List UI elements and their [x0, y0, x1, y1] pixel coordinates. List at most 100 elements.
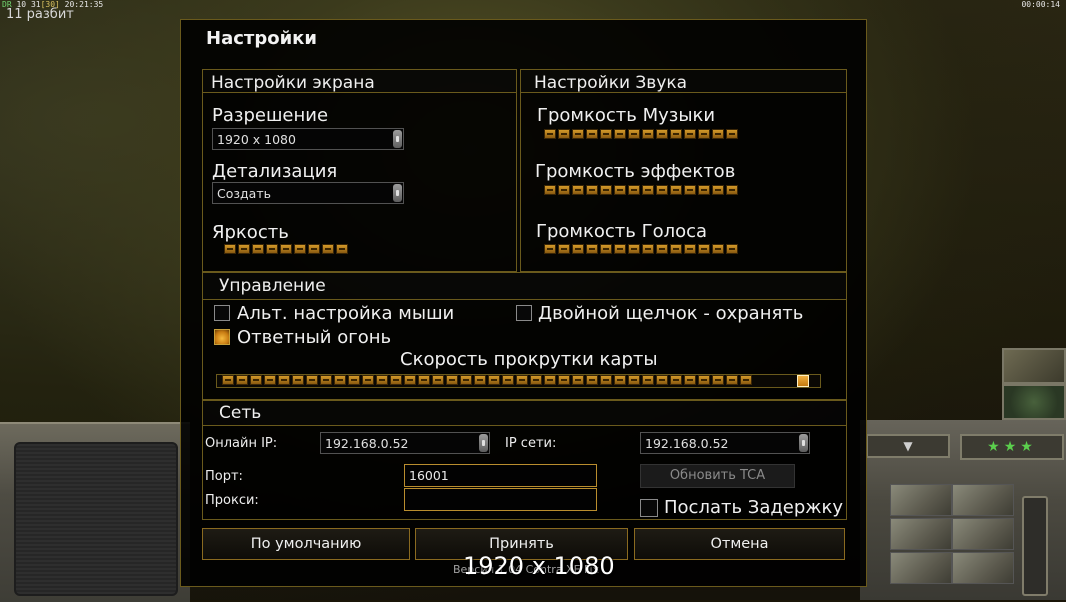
voice-volume-label: Громкость Голоса	[536, 221, 708, 242]
slider-segment	[586, 244, 598, 254]
slider-segment	[572, 185, 584, 195]
slider-segment	[238, 244, 250, 254]
slider-segment	[460, 375, 472, 385]
slider-segment	[614, 244, 626, 254]
slider-segment	[670, 244, 682, 254]
slider-segment	[250, 375, 262, 385]
slider-segment	[558, 129, 570, 139]
slider-segment	[558, 185, 570, 195]
detail-dropdown[interactable]: Создать	[212, 182, 404, 204]
slider-segment	[684, 129, 696, 139]
detail-label: Детализация	[212, 161, 338, 182]
slider-segment	[614, 129, 626, 139]
slider-segment	[684, 375, 696, 385]
resolution-label: Разрешение	[212, 105, 329, 126]
slider-segment	[530, 375, 542, 385]
dropdown-arrow-icon[interactable]	[393, 184, 402, 202]
slider-segment	[614, 185, 626, 195]
return-fire-checkbox[interactable]	[214, 329, 230, 345]
alt-mouse-checkbox[interactable]	[214, 305, 230, 321]
slider-segment	[726, 375, 738, 385]
chevron-down-icon[interactable]: ▼	[866, 434, 950, 458]
slider-segment	[404, 375, 416, 385]
slider-segment	[726, 185, 738, 195]
scroll-speed-thumb[interactable]	[797, 375, 809, 387]
slider-segment	[712, 129, 724, 139]
controls-title: Управление	[219, 276, 326, 296]
resolution-dropdown[interactable]: 1920 x 1080	[212, 128, 404, 150]
cancel-button[interactable]: Отмена	[634, 528, 845, 560]
general-portrait-button[interactable]	[1002, 348, 1066, 384]
slider-segment	[712, 375, 724, 385]
slider-segment	[224, 244, 236, 254]
slider-segment	[600, 244, 612, 254]
slider-segment	[418, 375, 430, 385]
slider-segment	[740, 375, 752, 385]
slider-segment	[586, 129, 598, 139]
dropdown-arrow-icon[interactable]	[799, 434, 808, 452]
return-fire-label: Ответный огонь	[237, 327, 392, 348]
double-click-checkbox[interactable]	[516, 305, 532, 321]
hud-timer: 00:00:14	[1021, 0, 1060, 9]
proxy-input[interactable]	[404, 488, 597, 511]
build-cameo[interactable]	[890, 518, 952, 550]
dialog-title: Настройки	[206, 28, 318, 49]
slider-segment	[432, 375, 444, 385]
update-tca-button[interactable]: Обновить TCA	[640, 464, 795, 488]
slider-segment	[698, 129, 710, 139]
slider-segment	[306, 375, 318, 385]
cameo-scrollbar[interactable]	[1022, 496, 1048, 596]
build-cameo[interactable]	[952, 484, 1014, 516]
send-delay-checkbox[interactable]	[640, 499, 658, 517]
network-ip-dropdown[interactable]: 192.168.0.52	[640, 432, 810, 454]
music-volume-slider[interactable]	[544, 129, 740, 141]
defaults-button[interactable]: По умолчанию	[202, 528, 410, 560]
dropdown-arrow-icon[interactable]	[393, 130, 402, 148]
slider-segment	[712, 244, 724, 254]
slider-segment	[642, 185, 654, 195]
panel-header	[203, 401, 846, 426]
slider-segment	[600, 375, 612, 385]
slider-segment	[294, 244, 306, 254]
slider-segment	[670, 129, 682, 139]
scroll-speed-slider[interactable]	[222, 375, 754, 387]
slider-segment	[544, 375, 556, 385]
target-icon[interactable]	[1002, 384, 1066, 420]
alt-mouse-label: Альт. настройка мыши	[237, 303, 455, 324]
slider-segment	[280, 244, 292, 254]
slider-segment	[572, 129, 584, 139]
slider-segment	[252, 244, 264, 254]
slider-segment	[544, 244, 556, 254]
build-cameo[interactable]	[952, 518, 1014, 550]
slider-segment	[656, 129, 668, 139]
brightness-slider[interactable]	[224, 244, 350, 256]
dropdown-arrow-icon[interactable]	[479, 434, 488, 452]
slider-segment	[390, 375, 402, 385]
scroll-speed-label: Скорость прокрутки карты	[400, 349, 658, 370]
slider-segment	[278, 375, 290, 385]
slider-segment	[292, 375, 304, 385]
slider-segment	[488, 375, 500, 385]
online-ip-label: Онлайн IP:	[205, 436, 278, 451]
build-cameo[interactable]	[952, 552, 1014, 584]
voice-volume-slider[interactable]	[544, 244, 740, 256]
network-title: Сеть	[219, 403, 262, 423]
rank-stars-icon: ★★★	[960, 434, 1064, 460]
effects-volume-slider[interactable]	[544, 185, 740, 197]
slider-segment	[684, 244, 696, 254]
hud-count: 11 разбит	[6, 7, 74, 22]
slider-segment	[656, 185, 668, 195]
slider-segment	[600, 129, 612, 139]
slider-segment	[334, 375, 346, 385]
online-ip-dropdown[interactable]: 192.168.0.52	[320, 432, 490, 454]
slider-segment	[698, 185, 710, 195]
slider-segment	[446, 375, 458, 385]
slider-segment	[336, 244, 348, 254]
build-cameo[interactable]	[890, 552, 952, 584]
slider-segment	[712, 185, 724, 195]
brightness-label: Яркость	[212, 222, 289, 243]
build-cameo[interactable]	[890, 484, 952, 516]
slider-segment	[698, 244, 710, 254]
slider-segment	[670, 375, 682, 385]
port-input[interactable]: 16001	[404, 464, 597, 487]
